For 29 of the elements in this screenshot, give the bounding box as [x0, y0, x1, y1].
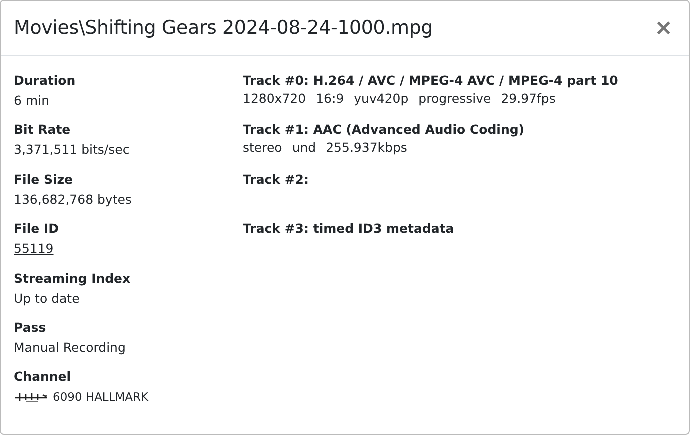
track-detail: stereo — [243, 139, 282, 158]
field-label: Streaming Index — [14, 270, 132, 288]
channel-logo-icon — [14, 391, 48, 404]
field-label: Pass — [14, 318, 48, 337]
close-button[interactable]: × — [650, 16, 677, 40]
field-label: Bit Rate — [14, 121, 72, 140]
field-value: Manual Recording — [14, 338, 126, 357]
track-title: Track #1: AAC (Advanced Audio Coding) — [243, 121, 526, 140]
field-label: File ID — [14, 220, 60, 238]
field-label: Duration — [14, 72, 77, 90]
track-detail: und — [292, 139, 316, 158]
track-detail: progressive — [418, 90, 492, 108]
field-value: 6 min — [14, 92, 50, 110]
track-detail: yuv420p — [354, 90, 409, 108]
field-label: File Size — [14, 170, 74, 189]
file-id-link[interactable]: 55119 — [14, 240, 54, 258]
track-detail: 1280x720 — [243, 90, 306, 108]
field-value: Up to date — [14, 290, 80, 308]
track-title: Track #3: timed ID3 metadata — [243, 220, 456, 238]
field-value: 136,682,768 bytes — [14, 190, 132, 209]
track-title: Track #0: H.264 / AVC / MPEG-4 AVC / MPEG-4 part 10 — [243, 72, 618, 90]
field-value: 3,371,511 bits/sec — [14, 141, 130, 160]
track-detail: 255.937kbps — [326, 139, 408, 158]
field-label: Channel — [14, 368, 72, 386]
dialog-title: Movies\Shifting Gears 2024-08-24-1000.mpg — [14, 17, 434, 39]
track-detail: 16:9 — [316, 90, 344, 108]
track-title: Track #2: — [243, 170, 310, 189]
track-detail: 29.97fps — [501, 90, 556, 108]
channel-name: 6090 HALLMARK — [53, 389, 149, 406]
